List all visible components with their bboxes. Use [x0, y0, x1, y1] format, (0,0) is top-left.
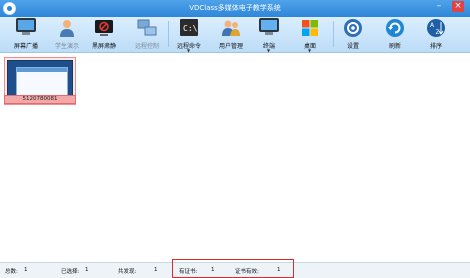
minimize-button[interactable]: –: [433, 1, 445, 12]
toolbar-label: 刷新: [388, 43, 401, 50]
total-label: 总数:: [5, 269, 18, 275]
user-management-button[interactable]: 用户管理: [214, 17, 248, 53]
found-label: 共发现:: [118, 269, 137, 275]
toolbar-label: 排序: [429, 43, 442, 50]
student-demo-button[interactable]: 学生演示: [50, 17, 84, 53]
sort-button[interactable]: AZ 排序: [419, 17, 453, 53]
remote-command-button[interactable]: C:\ 远程命令 ▼: [172, 17, 206, 53]
user-management-icon: [221, 18, 241, 38]
remote-control-icon: [137, 18, 157, 38]
terminal-icon: [259, 18, 279, 38]
toolbar-label: 远程控制: [134, 43, 159, 50]
settings-button[interactable]: 设置: [336, 17, 370, 53]
toolbar-label: 屏幕广播: [13, 43, 38, 50]
monitor-broadcast-icon: [16, 18, 36, 38]
toolbar-label: 用户管理: [218, 43, 243, 50]
settings-icon: [343, 18, 363, 38]
found-value: 1: [154, 267, 158, 273]
window-title: VDClass多媒体电子教学系统: [189, 4, 281, 12]
close-button[interactable]: ×: [452, 1, 464, 12]
refresh-icon: [385, 18, 405, 38]
student-grid: [0, 53, 470, 262]
student-name-label[interactable]: 5120780081: [4, 95, 76, 104]
toolbar-label: 黑屏肃静: [91, 43, 116, 50]
toolbar-label: 设置: [346, 43, 359, 50]
svg-text:Z: Z: [436, 29, 440, 36]
total-value: 1: [24, 267, 28, 273]
black-screen-button[interactable]: 黑屏肃静: [87, 17, 121, 53]
highlight-box: [172, 259, 294, 278]
student-demo-icon: [57, 18, 77, 38]
desktop-icon: [300, 18, 320, 38]
terminal-button[interactable]: 终端 ▼: [252, 17, 286, 53]
screen-broadcast-button[interactable]: 屏幕广播: [9, 17, 43, 53]
remote-command-icon: C:\: [179, 18, 199, 38]
selected-value: 1: [85, 267, 89, 273]
desktop-button[interactable]: 桌面 ▼: [293, 17, 327, 53]
selected-label: 已选择:: [61, 269, 80, 275]
title-bar: VDClass多媒体电子教学系统 – ×: [0, 0, 470, 17]
remote-control-button[interactable]: 远程控制: [130, 17, 164, 53]
toolbar-label: 学生演示: [54, 43, 79, 50]
black-screen-icon: [94, 18, 114, 38]
svg-text:C:\: C:\: [183, 24, 198, 33]
sort-icon: AZ: [426, 18, 446, 38]
refresh-button[interactable]: 刷新: [378, 17, 412, 53]
toolbar: 屏幕广播 学生演示 黑屏肃静 远程控制 C:\ 远程命令 ▼ 用户管理 终端 ▼…: [0, 17, 470, 53]
